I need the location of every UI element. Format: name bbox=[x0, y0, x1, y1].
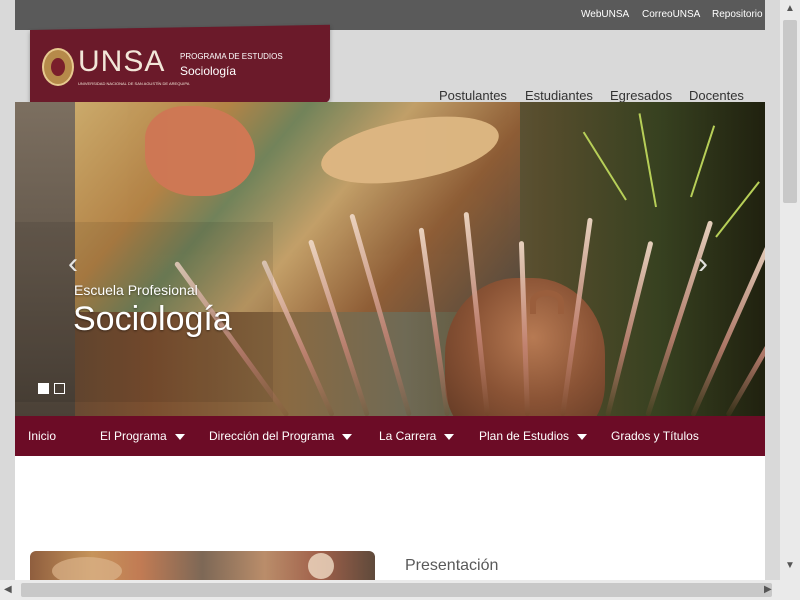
scrollbar-corner bbox=[780, 580, 800, 600]
menu-item-grados-y-titulos[interactable]: Grados y Títulos bbox=[611, 429, 699, 443]
hero-grass-plume bbox=[605, 240, 654, 416]
carousel-indicator-active[interactable] bbox=[38, 383, 49, 394]
hero-papyrus-stem bbox=[690, 125, 716, 198]
page: WebUNSA CorreoUNSA Repositorio UNSA UNIV… bbox=[15, 0, 765, 580]
hero-carousel: Escuela Profesional Sociología ‹ › bbox=[15, 102, 765, 416]
horizontal-scroll-thumb[interactable] bbox=[21, 583, 772, 597]
program-label: PROGRAMA DE ESTUDIOS bbox=[180, 52, 283, 61]
scroll-up-icon[interactable]: ▲ bbox=[785, 3, 795, 14]
carousel-prev-icon[interactable]: ‹ bbox=[61, 249, 85, 279]
scroll-down-icon[interactable]: ▼ bbox=[785, 560, 795, 571]
brand-content[interactable]: UNSA UNIVERSIDAD NACIONAL DE SAN AGUSTÍN… bbox=[30, 30, 330, 108]
nav-postulantes[interactable]: Postulantes bbox=[439, 88, 507, 103]
hero-subtitle: Escuela Profesional bbox=[74, 282, 198, 298]
chevron-down-icon bbox=[342, 433, 353, 440]
chevron-down-icon bbox=[444, 433, 455, 440]
program-name: Sociología bbox=[180, 64, 237, 78]
horizontal-scrollbar[interactable]: ◀ ▶ bbox=[0, 580, 780, 600]
carousel-indicator[interactable] bbox=[54, 383, 65, 394]
vertical-scrollbar[interactable]: ▲ ▼ bbox=[780, 0, 800, 580]
nav-egresados[interactable]: Egresados bbox=[610, 88, 672, 103]
hero-pot-handle bbox=[530, 290, 564, 314]
presentation-image bbox=[30, 551, 375, 580]
scroll-left-icon[interactable]: ◀ bbox=[4, 584, 12, 595]
scroll-right-icon[interactable]: ▶ bbox=[764, 584, 772, 595]
topbar: WebUNSA CorreoUNSA Repositorio bbox=[15, 0, 765, 30]
topbar-link-repositorio[interactable]: Repositorio bbox=[712, 9, 763, 20]
menu-item-el-programa[interactable]: El Programa bbox=[100, 429, 185, 443]
topbar-link-correounsa[interactable]: CorreoUNSA bbox=[642, 9, 700, 20]
menu-item-plan-de-estudios[interactable]: Plan de Estudios bbox=[479, 429, 588, 443]
chevron-down-icon bbox=[577, 433, 588, 440]
unsa-logo: UNSA bbox=[78, 45, 166, 78]
chevron-down-icon bbox=[174, 433, 185, 440]
vertical-scroll-thumb[interactable] bbox=[783, 20, 797, 203]
program-menu: Inicio El Programa Dirección del Program… bbox=[15, 416, 765, 456]
hero-papyrus-stem bbox=[715, 181, 760, 238]
menu-item-direccion[interactable]: Dirección del Programa bbox=[209, 429, 353, 443]
hero-papyrus-stem bbox=[582, 131, 627, 201]
university-seal-icon bbox=[42, 48, 74, 86]
content-area: Presentación bbox=[15, 456, 765, 580]
nav-docentes[interactable]: Docentes bbox=[689, 88, 744, 103]
university-name: UNIVERSIDAD NACIONAL DE SAN AGUSTÍN DE A… bbox=[78, 81, 190, 86]
hero-papyrus-stem bbox=[638, 113, 657, 208]
nav-estudiantes[interactable]: Estudiantes bbox=[525, 88, 593, 103]
hero-title: Sociología bbox=[73, 300, 232, 338]
header: UNSA UNIVERSIDAD NACIONAL DE SAN AGUSTÍN… bbox=[15, 24, 765, 108]
topbar-link-webunsa[interactable]: WebUNSA bbox=[581, 9, 629, 20]
menu-item-la-carrera[interactable]: La Carrera bbox=[379, 429, 455, 443]
menu-item-inicio[interactable]: Inicio bbox=[28, 429, 56, 443]
presentation-heading: Presentación bbox=[405, 557, 499, 574]
carousel-next-icon[interactable]: › bbox=[691, 249, 715, 279]
